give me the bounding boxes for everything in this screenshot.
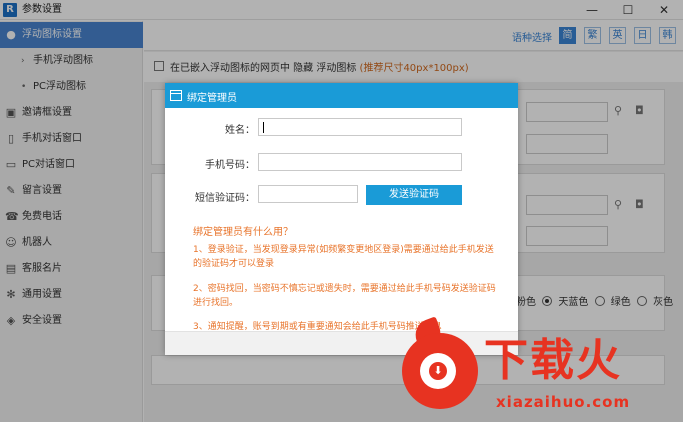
name-label: 姓名：: [225, 125, 255, 136]
help-item-password: 2、密码找回，当密码不慎忘记或遗失时，需要通过给此手机号码发送验证码进行找回。: [193, 284, 496, 308]
watermark-url: xiazaihuo.com: [496, 393, 631, 411]
window-icon: [170, 90, 182, 101]
bind-admin-dialog: 绑定管理员 姓名： 手机号码： 短信验证码： 发送验证码 绑定管理员有什么用？ …: [165, 83, 518, 355]
help-title: 绑定管理员有什么用？: [193, 227, 293, 238]
help-item-login: 1、登录验证，当发现登录异常(如频繁变更地区登录)需要通过给此手机发送的验证码才…: [193, 245, 494, 269]
sms-code-label: 短信验证码：: [195, 193, 255, 204]
dialog-title: 绑定管理员: [187, 93, 237, 104]
sms-code-input[interactable]: [258, 185, 358, 203]
watermark-logo-inner: ⬇: [420, 353, 456, 389]
watermark-brand: 下载火: [484, 335, 622, 386]
send-code-button[interactable]: 发送验证码: [366, 185, 462, 205]
watermark-logo-icon: ⬇: [402, 333, 478, 409]
name-input[interactable]: [258, 118, 462, 136]
text-caret: [263, 122, 264, 133]
download-arrow-icon: ⬇: [429, 362, 447, 380]
phone-label: 手机号码：: [205, 160, 255, 171]
phone-input[interactable]: [258, 153, 462, 171]
dialog-header: 绑定管理员: [165, 83, 518, 108]
